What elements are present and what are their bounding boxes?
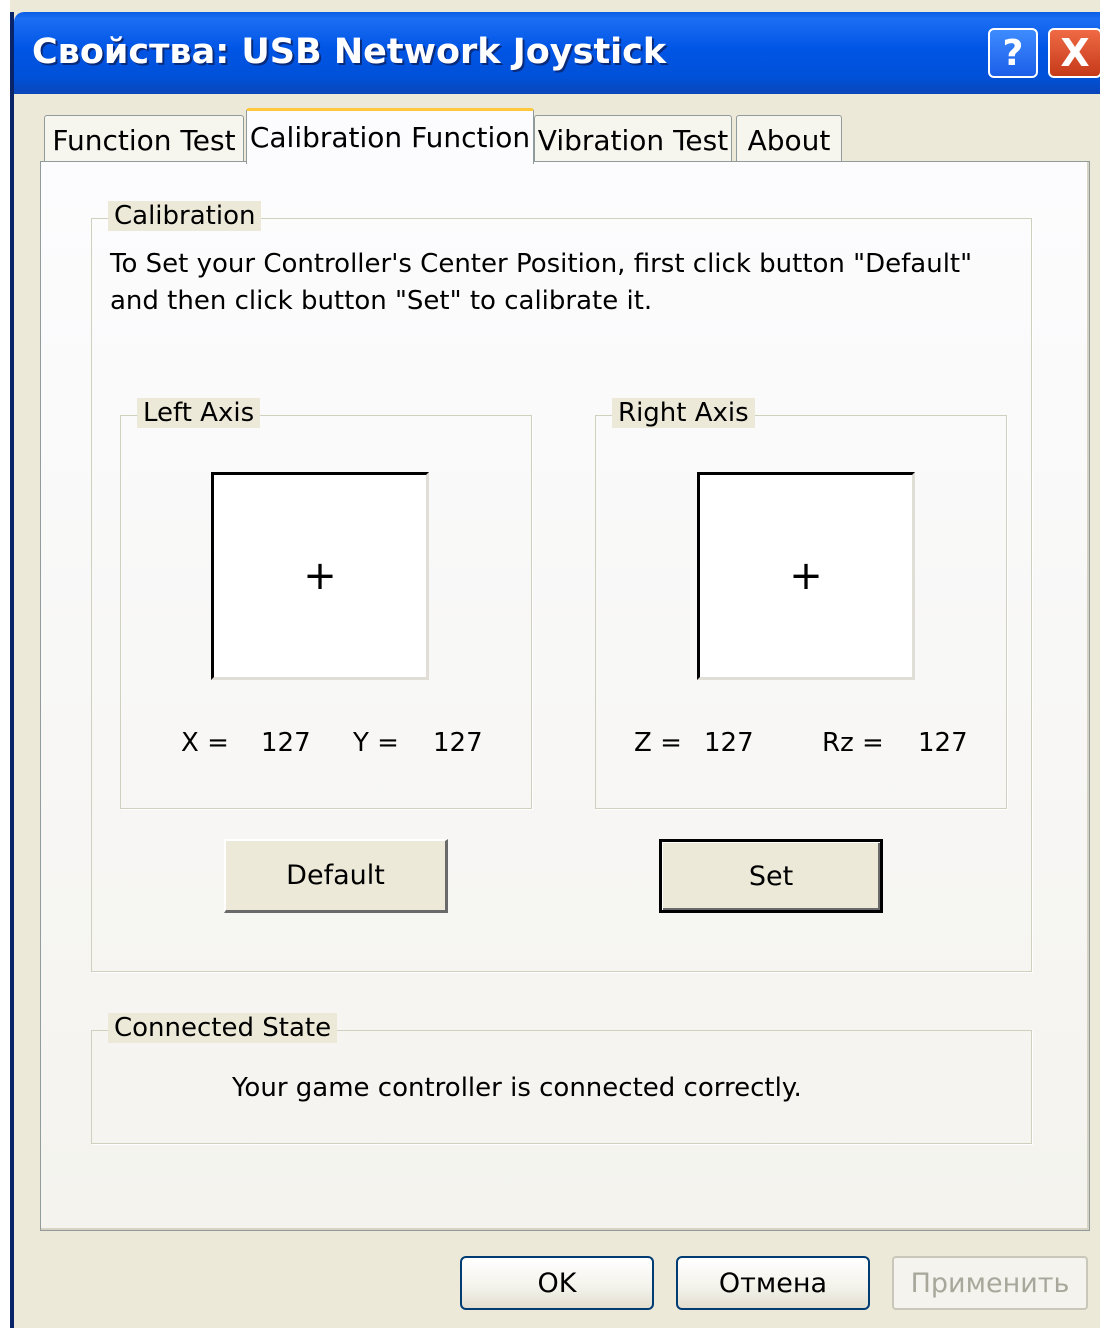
x-axis-value: 127 — [261, 728, 311, 758]
default-button[interactable]: Default — [224, 839, 448, 913]
right-axis-label: Right Axis — [612, 398, 755, 428]
apply-button[interactable]: Применить — [892, 1256, 1088, 1310]
tab-panel: Calibration To Set your Controller's Cen… — [40, 161, 1090, 1231]
properties-dialog: Свойства: USB Network Joystick ? X Funct… — [10, 12, 1100, 1328]
y-axis-value: 127 — [433, 728, 483, 758]
right-axis-position-display: + — [697, 472, 915, 680]
connected-state-label: Connected State — [108, 1013, 338, 1043]
tab-calibration-function[interactable]: Calibration Function — [246, 108, 534, 164]
help-icon: ? — [1002, 32, 1024, 74]
ok-button[interactable]: OK — [460, 1256, 654, 1310]
rz-axis-value: 127 — [918, 728, 968, 758]
tab-label: Function Test — [52, 124, 236, 157]
z-axis-label: Z = — [634, 728, 682, 758]
tab-label: Calibration Function — [249, 121, 531, 154]
rz-axis-label: Rz = — [822, 728, 884, 758]
ok-button-label: OK — [537, 1267, 577, 1299]
set-button[interactable]: Set — [659, 839, 883, 913]
help-button[interactable]: ? — [988, 28, 1038, 78]
left-axis-crosshair-icon: + — [303, 553, 337, 599]
right-axis-crosshair-icon: + — [789, 553, 823, 599]
desktop-edge — [0, 0, 10, 1328]
tab-label: Vibration Test — [537, 124, 729, 157]
z-axis-value: 127 — [704, 728, 754, 758]
tab-vibration-test[interactable]: Vibration Test — [534, 115, 732, 165]
close-icon: X — [1060, 31, 1090, 75]
connected-state-group: Connected State Your game controller is … — [91, 1013, 1032, 1144]
set-button-label: Set — [748, 860, 794, 892]
window-title: Свойства: USB Network Joystick — [32, 32, 667, 72]
title-bar[interactable]: Свойства: USB Network Joystick ? X — [14, 12, 1100, 94]
connection-status-message: Your game controller is connected correc… — [232, 1073, 802, 1103]
left-axis-label: Left Axis — [137, 398, 261, 428]
apply-button-label: Применить — [910, 1267, 1070, 1299]
close-button[interactable]: X — [1048, 28, 1100, 78]
x-axis-label: X = — [181, 728, 229, 758]
y-axis-label: Y = — [353, 728, 399, 758]
right-axis-group: Right Axis + Z = 127 Rz = 127 — [595, 398, 1007, 809]
left-axis-position-display: + — [211, 472, 429, 680]
calibration-instruction-line1: To Set your Controller's Center Position… — [110, 249, 973, 279]
default-button-label: Default — [286, 860, 385, 891]
calibration-group-label: Calibration — [108, 201, 262, 231]
tab-label: About — [747, 124, 831, 157]
left-axis-group: Left Axis + X = 127 Y = 127 — [120, 398, 532, 809]
tab-about[interactable]: About — [736, 115, 842, 165]
tab-function-test[interactable]: Function Test — [44, 115, 244, 165]
calibration-group: Calibration To Set your Controller's Cen… — [91, 201, 1032, 972]
cancel-button[interactable]: Отмена — [676, 1256, 870, 1310]
cancel-button-label: Отмена — [718, 1267, 828, 1299]
calibration-instruction-line2: and then click button "Set" to calibrate… — [110, 286, 653, 316]
